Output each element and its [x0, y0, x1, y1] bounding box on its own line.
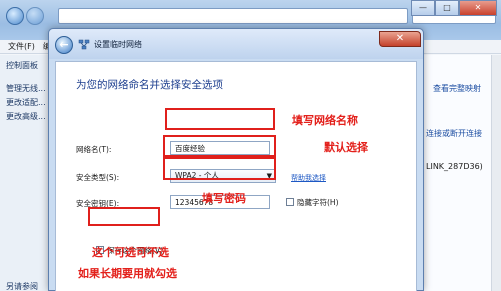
explorer-window-buttons: — □ ✕	[411, 0, 497, 16]
explorer-back-icon[interactable]	[6, 7, 24, 25]
maximize-button[interactable]: □	[435, 0, 459, 16]
dialog-heading: 为您的网络命名并选择安全选项	[76, 79, 223, 91]
name-hint-annotation: 填写网络名称	[292, 114, 358, 127]
sidebar-item-change-advanced[interactable]: 更改高级...	[6, 111, 46, 122]
network-name-label: 网络名(T):	[76, 145, 112, 154]
network-icon	[78, 39, 90, 50]
security-hint-annotation: 默认选择	[324, 141, 368, 154]
hide-characters-label: 隐藏字符(H)	[297, 198, 339, 207]
sidebar-see-also: 另请参阅	[6, 282, 38, 291]
minimize-button[interactable]: —	[411, 0, 435, 16]
security-type-highlight	[163, 135, 276, 157]
explorer-close-button[interactable]: ✕	[459, 0, 497, 16]
connect-disconnect-link[interactable]: 连接或断开连接	[426, 128, 482, 139]
save-network-highlight	[88, 207, 160, 226]
security-key-highlight	[163, 157, 276, 180]
password-hint-annotation: 填写密码	[202, 192, 246, 205]
longterm-hint-annotation: 如果长期要用就勾选	[78, 267, 177, 280]
network-name-highlight	[165, 108, 275, 130]
explorer-scrollbar[interactable]	[491, 55, 501, 291]
sidebar-item-control-panel[interactable]: 控制面板	[6, 60, 38, 71]
dialog-title: 设置临时网络	[94, 40, 142, 49]
view-full-map-link[interactable]: 查看完整映射	[433, 83, 481, 94]
sidebar-item-manage-wireless[interactable]: 管理无线...	[6, 83, 46, 94]
sidebar-item-change-adapter[interactable]: 更改适配...	[6, 97, 46, 108]
network-ssid-text: LINK_287D36)	[426, 162, 483, 171]
hide-characters-checkbox[interactable]	[286, 198, 294, 206]
menu-file[interactable]: 文件(F)	[8, 40, 35, 53]
dialog-header: ← 设置临时网络 ✕	[49, 29, 423, 59]
explorer-address-bar[interactable]	[58, 8, 408, 24]
help-choose-link[interactable]: 帮助我选择	[291, 173, 326, 183]
security-type-label: 安全类型(S):	[76, 173, 120, 182]
back-arrow-icon[interactable]: ←	[55, 36, 73, 54]
explorer-forward-icon[interactable]	[26, 7, 44, 25]
optional-hint-annotation: 这个可选可不选	[92, 246, 169, 259]
dialog-close-button[interactable]: ✕	[379, 31, 421, 47]
